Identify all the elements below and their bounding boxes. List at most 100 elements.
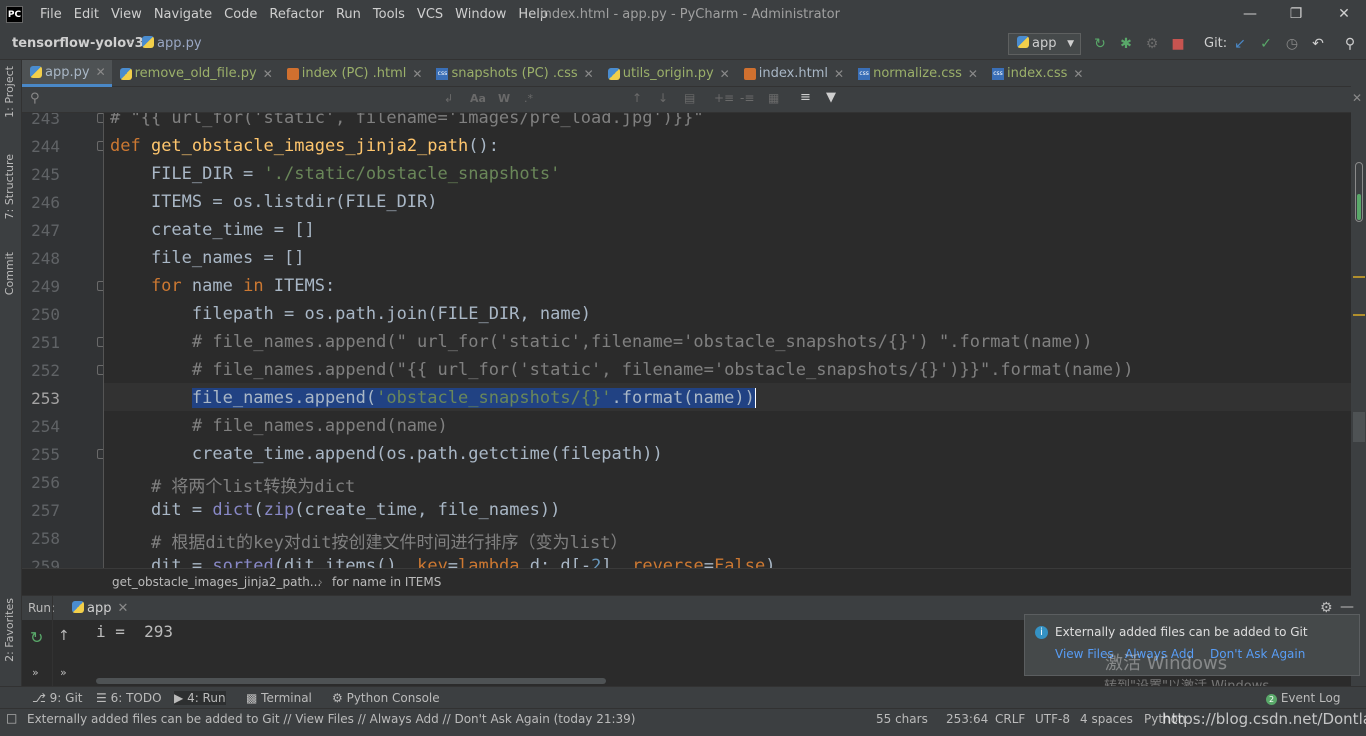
tab-index-pc-html[interactable]: index (PC) .html ✕ [279, 60, 429, 87]
regex-history-icon[interactable]: ↲ [444, 92, 453, 105]
indent-setting[interactable]: 4 spaces [1080, 712, 1133, 726]
minimize-panel-icon[interactable]: — [1340, 599, 1354, 615]
breadcrumb-function[interactable]: get_obstacle_images_jinja2_path... [112, 575, 321, 589]
more-actions-icon[interactable]: » [60, 666, 67, 679]
fold-marker-icon[interactable] [97, 337, 103, 347]
regex-icon[interactable]: .* [524, 92, 533, 105]
tab-index-html[interactable]: index.html ✕ [736, 60, 850, 87]
select-all-icon[interactable]: ▦ [768, 91, 779, 105]
close-tab-icon[interactable]: ✕ [1073, 67, 1083, 81]
match-case-icon[interactable]: Aa [470, 92, 486, 105]
close-tab-icon[interactable]: ✕ [584, 67, 594, 81]
warning-marker[interactable] [1353, 276, 1365, 278]
fold-marker-icon[interactable] [97, 449, 103, 459]
code-line: FILE_DIR = './static/obstacle_snapshots' [110, 164, 561, 184]
project-tool-button[interactable]: 1: Project [3, 66, 16, 118]
commit-tool-button[interactable]: Commit [3, 252, 16, 295]
python-console-icon: ⚙ [332, 691, 343, 705]
menu-code[interactable]: Code [218, 7, 263, 22]
git-commit-icon[interactable]: ✓ [1258, 36, 1274, 52]
code-editor[interactable]: # "{{ url_for('static', filename='images… [104, 113, 1351, 568]
line-number: 259 [31, 557, 60, 568]
search-everywhere-icon[interactable]: ⚲ [1342, 36, 1358, 52]
event-log-button[interactable]: 2 Event Log [1266, 691, 1340, 705]
search-input[interactable] [58, 90, 458, 110]
menu-file[interactable]: File [34, 7, 68, 22]
fold-marker-icon[interactable] [97, 113, 103, 123]
tab-utils-origin-py[interactable]: utils_origin.py ✕ [600, 60, 736, 87]
stop-icon[interactable]: ■ [1170, 36, 1186, 52]
fold-marker-icon[interactable] [97, 281, 103, 291]
git-tool-button[interactable]: ⎇ 9: Git [32, 691, 83, 705]
close-tab-icon[interactable]: ✕ [117, 601, 128, 616]
search-icon[interactable]: ⚲ [30, 91, 40, 106]
close-tab-icon[interactable]: ✕ [96, 65, 106, 79]
breadcrumb-file[interactable]: app.py [142, 36, 202, 51]
status-toggle-icon[interactable]: □ [6, 711, 17, 725]
git-update-icon[interactable]: ↙ [1232, 36, 1248, 52]
debug-icon[interactable]: ✱ [1118, 36, 1134, 52]
git-rollback-icon[interactable]: ↶ [1310, 36, 1326, 52]
structure-tool-button[interactable]: 7: Structure [3, 154, 16, 219]
console-output[interactable]: i = 293 [96, 622, 173, 641]
breadcrumb-loop[interactable]: for name in ITEMS [332, 575, 441, 589]
add-selection-icon[interactable]: +≡ [714, 91, 734, 105]
python-file-icon [119, 67, 132, 80]
git-history-icon[interactable]: ◷ [1284, 36, 1300, 52]
menu-refactor[interactable]: Refactor [263, 7, 330, 22]
menu-run[interactable]: Run [330, 7, 367, 22]
line-separator[interactable]: CRLF [995, 712, 1025, 726]
run-tab-app[interactable]: app ✕ [72, 601, 128, 616]
editor-scrollbar-thumb[interactable] [1353, 412, 1365, 442]
warning-marker[interactable] [1353, 314, 1365, 316]
previous-occurrence-icon[interactable]: ↑ [632, 91, 642, 105]
next-occurrence-icon[interactable]: ↓ [658, 91, 668, 105]
rerun-icon[interactable]: ↻ [1092, 36, 1108, 52]
words-icon[interactable]: W [498, 92, 510, 105]
tab-index-css[interactable]: css index.css ✕ [984, 60, 1089, 87]
python-console-tool-button[interactable]: ⚙ Python Console [332, 691, 440, 705]
minimize-icon[interactable]: — [1240, 4, 1260, 24]
menu-navigate[interactable]: Navigate [148, 7, 218, 22]
code-line: dit = sorted(dit.items(), key=lambda d: … [110, 556, 776, 568]
console-scrollbar[interactable] [96, 678, 606, 684]
close-icon[interactable]: ✕ [1334, 4, 1354, 24]
select-all-occurrences-icon[interactable]: ▤ [684, 91, 695, 105]
close-tab-icon[interactable]: ✕ [720, 67, 730, 81]
menu-window[interactable]: Window [449, 7, 512, 22]
menu-vcs[interactable]: VCS [411, 7, 449, 22]
menu-edit[interactable]: Edit [68, 7, 105, 22]
run-tool-button[interactable]: ▶ 4: Run [174, 691, 226, 705]
close-tab-icon[interactable]: ✕ [263, 67, 273, 81]
maximize-icon[interactable]: ❐ [1286, 4, 1306, 24]
status-message[interactable]: Externally added files can be added to G… [27, 712, 636, 726]
coverage-icon[interactable]: ⚙ [1144, 36, 1160, 52]
rerun-icon[interactable]: ↻ [30, 628, 43, 647]
remove-selection-icon[interactable]: -≡ [740, 91, 754, 105]
scroll-indicator[interactable] [1355, 162, 1363, 222]
favorites-tool-button[interactable]: 2: Favorites [3, 598, 16, 662]
filter-icon[interactable]: ▼ [826, 90, 836, 105]
fold-marker-icon[interactable] [97, 141, 103, 151]
scroll-up-icon[interactable]: ↑ [58, 628, 70, 644]
fold-marker-icon[interactable] [97, 365, 103, 375]
find-bar: ⚲ ↲ Aa W .* ↑ ↓ ▤ +≡ -≡ ▦ ≡ ▼ ✕ [22, 87, 1362, 113]
close-find-icon[interactable]: ✕ [1352, 91, 1362, 105]
close-tab-icon[interactable]: ✕ [412, 67, 422, 81]
file-encoding[interactable]: UTF-8 [1035, 712, 1070, 726]
menu-tools[interactable]: Tools [367, 7, 411, 22]
filter-settings-icon[interactable]: ≡ [800, 90, 811, 105]
menu-view[interactable]: View [105, 7, 148, 22]
close-tab-icon[interactable]: ✕ [968, 67, 978, 81]
tab-normalize-css[interactable]: css normalize.css ✕ [850, 60, 984, 87]
terminal-tool-button[interactable]: ▩ Terminal [246, 691, 312, 705]
todo-tool-button[interactable]: ☰ 6: TODO [96, 691, 162, 705]
caret-position[interactable]: 253:64 [946, 712, 988, 726]
tab-app-py[interactable]: app.py ✕ [22, 60, 112, 87]
tab-snapshots-pc-css[interactable]: css snapshots (PC) .css ✕ [428, 60, 599, 87]
close-tab-icon[interactable]: ✕ [834, 67, 844, 81]
tab-remove-old-file-py[interactable]: remove_old_file.py ✕ [112, 60, 279, 87]
run-config-select[interactable]: app ▼ [1008, 33, 1081, 55]
more-actions-icon[interactable]: » [32, 666, 39, 679]
breadcrumb-project[interactable]: tensorflow-yolov3 [12, 36, 144, 51]
